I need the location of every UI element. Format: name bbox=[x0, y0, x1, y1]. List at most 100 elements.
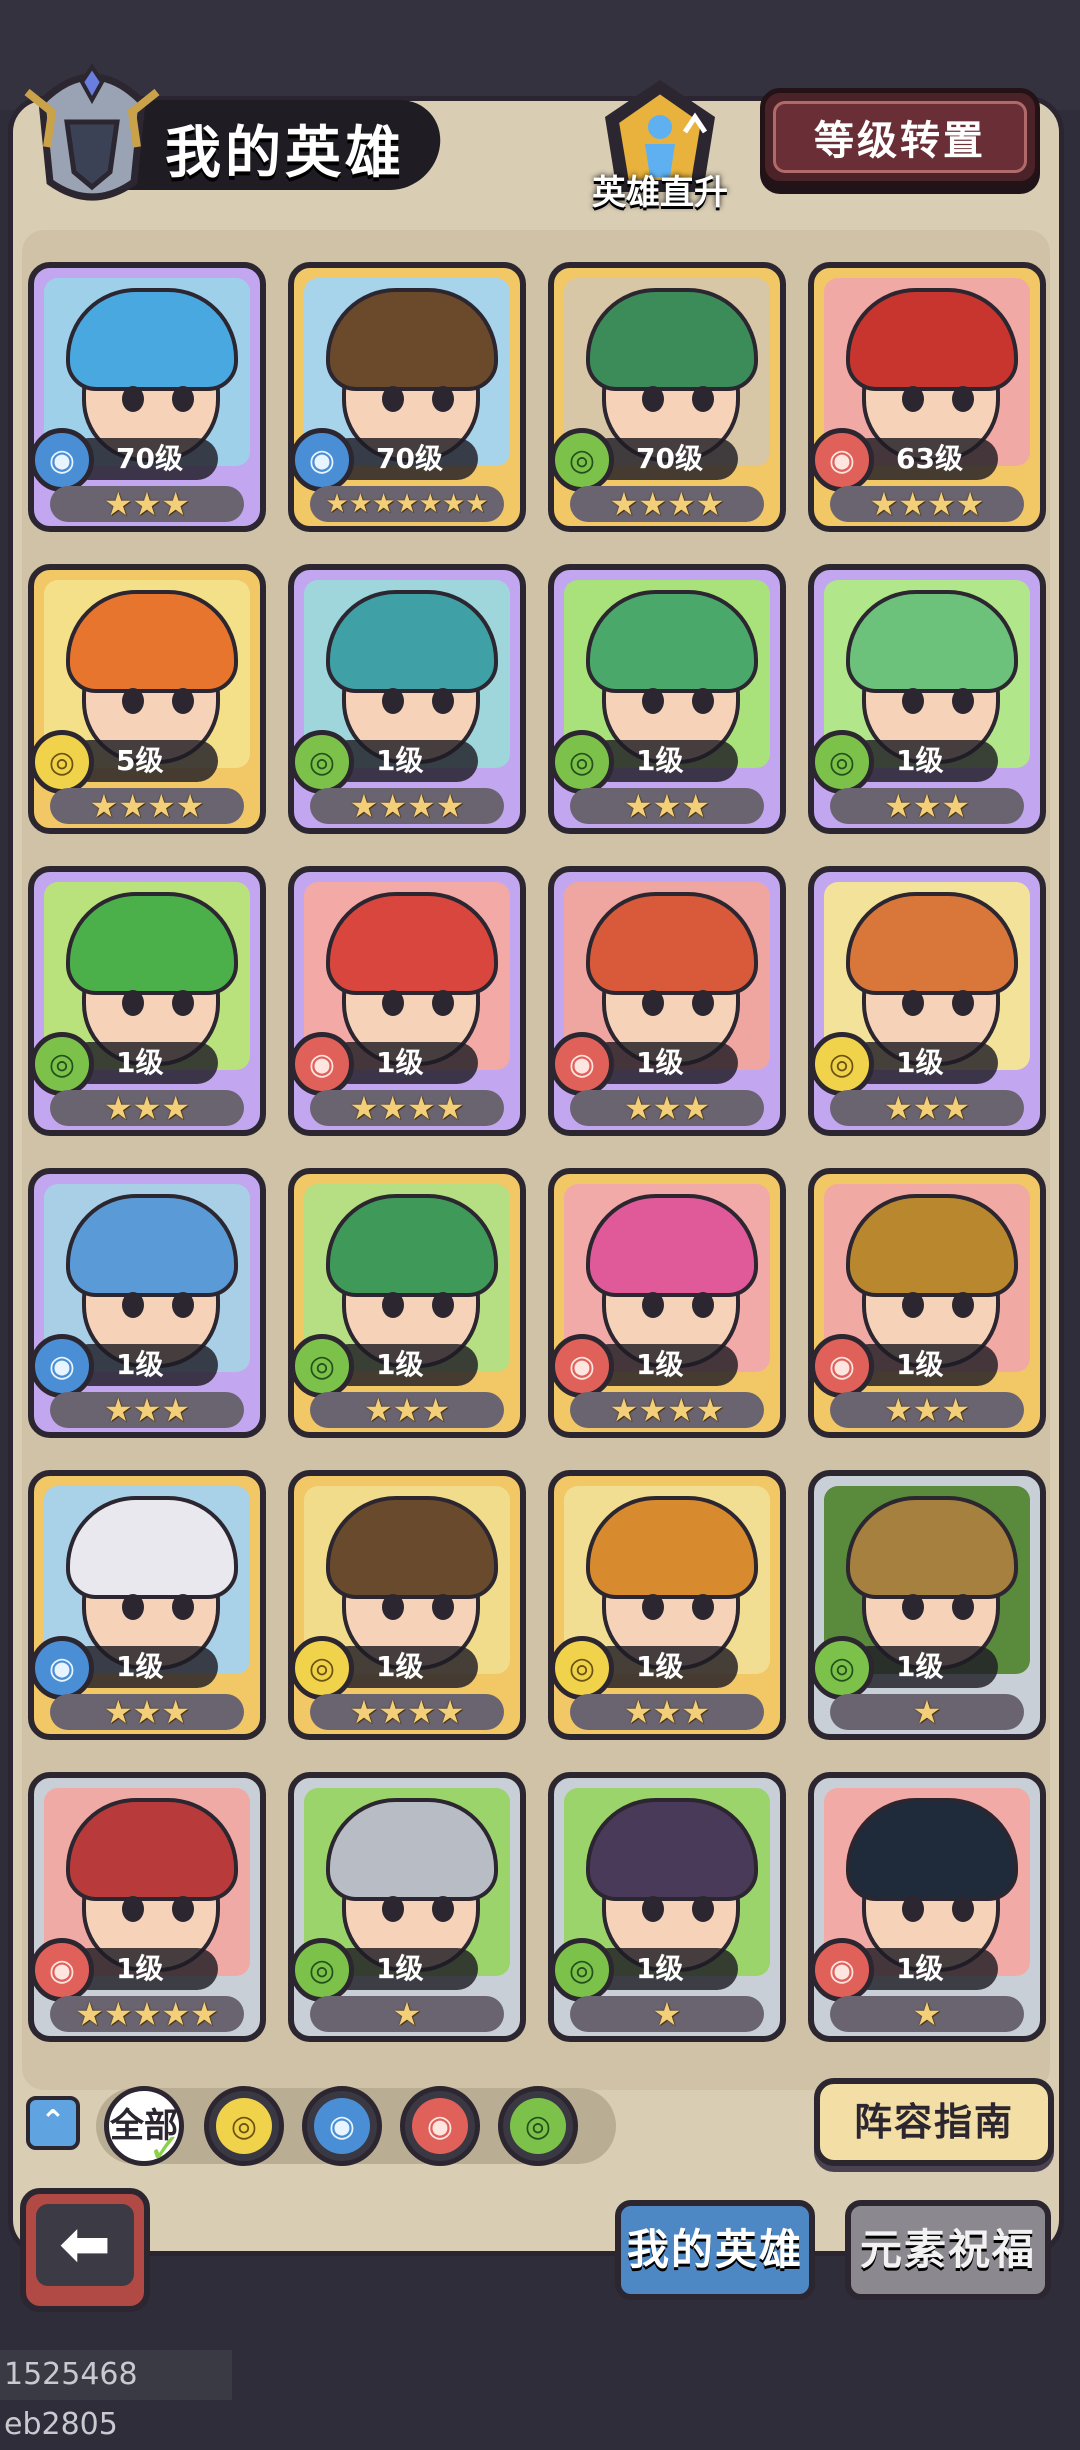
star-icon: ★ bbox=[421, 1391, 451, 1429]
hero-hair bbox=[586, 288, 758, 391]
star-icon: ★ bbox=[378, 1089, 407, 1127]
hero-eye bbox=[692, 688, 714, 714]
leaf-swirl-icon: ◎ bbox=[34, 1032, 94, 1096]
hero-card[interactable]: 1级 ◉ ★ ★ ★ bbox=[28, 1168, 266, 1438]
collapse-toggle-button[interactable]: ⌃ bbox=[26, 2096, 80, 2150]
hero-card[interactable]: 70级 ◎ ★ ★ ★ ★ bbox=[548, 262, 786, 532]
hero-eye bbox=[692, 990, 714, 1016]
star-icon: ★ bbox=[883, 1089, 913, 1127]
helmet-icon bbox=[24, 63, 160, 201]
star-icon: ★ bbox=[75, 1995, 104, 2033]
hero-eye bbox=[692, 1594, 714, 1620]
hero-eye bbox=[432, 1594, 454, 1620]
hero-star-rating: ★ ★ ★ bbox=[830, 1090, 1024, 1126]
star-icon: ★ bbox=[883, 1391, 913, 1429]
hero-card[interactable]: 5级 ◎ ★ ★ ★ ★ bbox=[28, 564, 266, 834]
flame-icon: ◉ bbox=[554, 1334, 614, 1398]
hero-card[interactable]: 1级 ◎ ★ ★ ★ bbox=[548, 1470, 786, 1740]
hero-eye bbox=[692, 1292, 714, 1318]
hero-hair bbox=[586, 1194, 758, 1297]
flame-icon: ◉ bbox=[554, 1032, 614, 1096]
filter-wood-button[interactable]: ◎ bbox=[498, 2086, 578, 2166]
level-transfer-label: 等级转置 bbox=[773, 101, 1027, 173]
hero-card[interactable]: 1级 ◉ ★ ★ ★ ★ bbox=[548, 1168, 786, 1438]
level-transfer-button[interactable]: 等级转置 bbox=[760, 88, 1040, 186]
star-icon: ★ bbox=[638, 1391, 667, 1429]
hero-card[interactable]: 1级 ◉ ★ ★ ★ ★ ★ bbox=[28, 1772, 266, 2042]
hero-card[interactable]: 1级 ◎ ★ ★ ★ bbox=[808, 866, 1046, 1136]
star-icon: ★ bbox=[927, 485, 956, 523]
star-icon: ★ bbox=[103, 1089, 133, 1127]
star-icon: ★ bbox=[941, 787, 971, 825]
hero-card[interactable]: 1级 ◉ ★ ★ ★ bbox=[28, 1470, 266, 1740]
hero-card[interactable]: 1级 ◉ ★ ★ ★ ★ bbox=[288, 866, 526, 1136]
hero-card[interactable]: 1级 ◉ ★ ★ ★ bbox=[808, 1168, 1046, 1438]
star-icon: ★ bbox=[898, 485, 927, 523]
hero-eye bbox=[172, 688, 194, 714]
hero-card[interactable]: 1级 ◎ ★ ★ ★ bbox=[288, 1168, 526, 1438]
hero-star-rating: ★ ★ ★ bbox=[830, 788, 1024, 824]
tab-element-blessing[interactable]: 元素祝福 bbox=[845, 2200, 1051, 2300]
hero-star-rating: ★ ★ ★ bbox=[50, 486, 244, 522]
hero-card[interactable]: 1级 ◎ ★ ★ ★ bbox=[28, 866, 266, 1136]
hero-eye bbox=[172, 1896, 194, 1922]
water-drop-icon: ◉ bbox=[34, 1636, 94, 1700]
star-icon: ★ bbox=[435, 787, 465, 825]
star-icon: ★ bbox=[118, 787, 147, 825]
star-icon: ★ bbox=[132, 1391, 162, 1429]
hero-card[interactable]: 1级 ◎ ★ ★ ★ ★ bbox=[288, 1470, 526, 1740]
hero-hair bbox=[586, 892, 758, 995]
hero-hair bbox=[326, 1194, 498, 1297]
hero-hair bbox=[846, 892, 1018, 995]
star-icon: ★ bbox=[652, 1693, 682, 1731]
water-drop-icon: ◉ bbox=[294, 428, 354, 492]
hero-eye bbox=[382, 386, 404, 412]
filter-fire-button[interactable]: ◉ bbox=[400, 2086, 480, 2166]
star-icon: ★ bbox=[435, 1089, 465, 1127]
back-button[interactable]: ⬅ bbox=[20, 2188, 150, 2312]
hero-eye bbox=[382, 990, 404, 1016]
hero-card[interactable]: 1级 ◎ ★ ★ ★ ★ bbox=[288, 564, 526, 834]
hero-star-rating: ★ ★ ★ bbox=[830, 1392, 1024, 1428]
filter-earth-button[interactable]: ◎ bbox=[204, 2086, 284, 2166]
star-icon: ★ bbox=[418, 489, 442, 519]
star-icon: ★ bbox=[465, 489, 489, 519]
star-icon: ★ bbox=[695, 485, 725, 523]
earth-swirl-icon: ◎ bbox=[294, 1636, 354, 1700]
star-icon: ★ bbox=[372, 489, 396, 519]
hero-eye bbox=[382, 1594, 404, 1620]
hero-card[interactable]: 63级 ◉ ★ ★ ★ ★ bbox=[808, 262, 1046, 532]
hero-eye bbox=[432, 990, 454, 1016]
star-icon: ★ bbox=[681, 1693, 711, 1731]
hero-card[interactable]: 1级 ◎ ★ ★ ★ bbox=[548, 564, 786, 834]
star-icon: ★ bbox=[103, 1391, 133, 1429]
hero-star-rating: ★ ★ ★ ★ bbox=[50, 788, 244, 824]
hero-hair bbox=[66, 590, 238, 693]
hero-card[interactable]: 1级 ◎ ★ bbox=[808, 1470, 1046, 1740]
hero-eye bbox=[382, 688, 404, 714]
hero-eye bbox=[432, 1292, 454, 1318]
hero-eye bbox=[122, 688, 144, 714]
flame-icon: ◉ bbox=[294, 1032, 354, 1096]
hero-eye bbox=[432, 688, 454, 714]
hero-card[interactable]: 1级 ◎ ★ bbox=[288, 1772, 526, 2042]
hero-star-rating: ★ ★ ★ bbox=[570, 788, 764, 824]
hero-card[interactable]: 1级 ◎ ★ ★ ★ bbox=[808, 564, 1046, 834]
star-icon: ★ bbox=[435, 1693, 465, 1731]
lineup-guide-button[interactable]: 阵容指南 bbox=[814, 2078, 1054, 2166]
hero-card[interactable]: 1级 ◎ ★ bbox=[548, 1772, 786, 2042]
hero-eye bbox=[432, 386, 454, 412]
tab-my-heroes[interactable]: 我的英雄 bbox=[615, 2200, 815, 2300]
hero-card[interactable]: 70级 ◉ ★ ★ ★ bbox=[28, 262, 266, 532]
hero-card[interactable]: 70级 ◉ ★ ★ ★ ★ ★ ★ ★ bbox=[288, 262, 526, 532]
hero-card[interactable]: 1级 ◉ ★ ★ ★ bbox=[548, 866, 786, 1136]
earth-swirl-icon: ◎ bbox=[554, 1636, 614, 1700]
star-icon: ★ bbox=[392, 1995, 422, 2033]
hero-hair bbox=[846, 590, 1018, 693]
hero-rise-label[interactable]: 英雄直升 bbox=[585, 165, 735, 214]
hero-card[interactable]: 1级 ◉ ★ bbox=[808, 1772, 1046, 2042]
hero-star-rating: ★ bbox=[830, 1694, 1024, 1730]
water-drop-icon: ◉ bbox=[34, 1334, 94, 1398]
star-icon: ★ bbox=[955, 485, 985, 523]
filter-water-button[interactable]: ◉ bbox=[302, 2086, 382, 2166]
